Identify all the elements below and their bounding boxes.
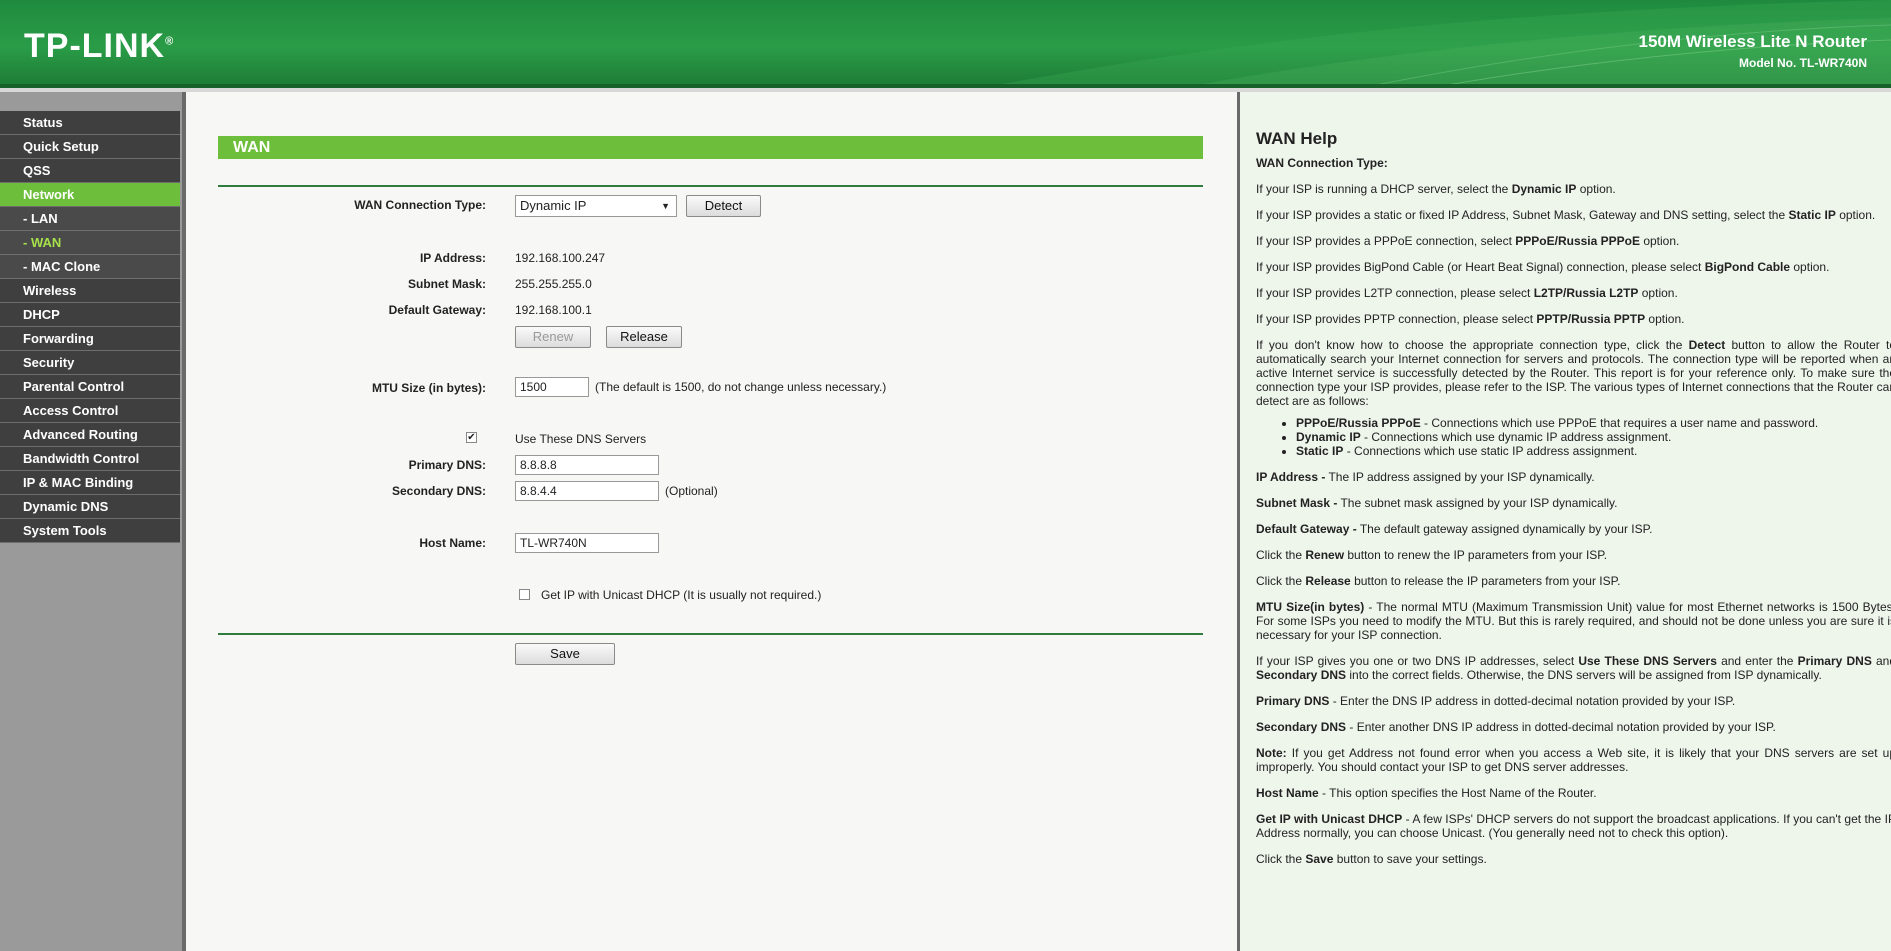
list-item: PPPoE/Russia PPPoE - Connections which u… [1296,416,1891,430]
renew-button[interactable]: Renew [515,326,591,348]
help-note: Note: If you get Address not found error… [1256,746,1891,774]
help-detect: If you don't know how to choose the appr… [1256,338,1891,408]
tp-link-logo: TP-LINK® [24,27,175,65]
help-renew: Click the Renew button to renew the IP p… [1256,548,1608,562]
sidebar-item-network[interactable]: Network [0,183,180,207]
detect-button[interactable]: Detect [686,195,761,217]
primary-dns-label: Primary DNS: [408,458,486,472]
mtu-size-input[interactable]: 1500 [515,377,589,397]
help-release: Click the Release button to release the … [1256,574,1621,588]
sidebar-item-advanced-routing[interactable]: Advanced Routing [0,423,180,447]
sidebar-item-qss[interactable]: QSS [0,159,180,183]
ip-address-label: IP Address: [419,251,486,265]
help-mtu: MTU Size(in bytes) - The normal MTU (Max… [1256,600,1891,642]
help-pptp: If your ISP provides PPTP connection, pl… [1256,312,1685,326]
wan-settings-panel: WAN WAN Connection Type: Dynamic IP ▼ De… [186,92,1237,951]
sidebar-item-forwarding[interactable]: Forwarding [0,327,180,351]
sidebar-item-dynamic-dns[interactable]: Dynamic DNS [0,495,180,519]
model-number: Model No. TL-WR740N [1739,56,1867,70]
sidebar-item-quick-setup[interactable]: Quick Setup [0,135,180,159]
secondary-dns-optional-hint: (Optional) [665,484,718,498]
unicast-dhcp-checkbox[interactable] [519,589,530,600]
use-dns-servers-checkbox[interactable]: ✔ [466,432,477,443]
help-static-ip: If your ISP provides a static or fixed I… [1256,208,1876,222]
page-title: WAN [218,136,1203,159]
sidebar-item-status[interactable]: Status [0,111,180,135]
help-dns: If your ISP gives you one or two DNS IP … [1256,654,1891,682]
help-content: WAN Help WAN Connection Type: If your IS… [1256,129,1891,878]
secondary-dns-input[interactable]: 8.8.4.4 [515,481,659,501]
dropdown-arrow-icon: ▼ [661,201,670,211]
help-subnet-mask: Subnet Mask - The subnet mask assigned b… [1256,496,1618,510]
connection-type-value: Dynamic IP [520,198,587,213]
subnet-mask-label: Subnet Mask: [407,277,486,291]
save-button[interactable]: Save [515,643,615,665]
sidebar-item-bandwidth-control[interactable]: Bandwidth Control [0,447,180,471]
primary-dns-input[interactable]: 8.8.8.8 [515,455,659,475]
help-unicast: Get IP with Unicast DHCP - A few ISPs' D… [1256,812,1891,840]
help-bigpond: If your ISP provides BigPond Cable (or H… [1256,260,1830,274]
subnet-mask-value: 255.255.255.0 [515,277,592,291]
product-name: 150M Wireless Lite N Router [1638,32,1867,51]
sidebar-item-system-tools[interactable]: System Tools [0,519,180,543]
sidebar-item-mac-clone[interactable]: - MAC Clone [0,255,180,279]
bottom-divider [218,633,1203,635]
help-l2tp: If your ISP provides L2TP connection, pl… [1256,286,1678,300]
sidebar: Status Quick Setup QSS Network - LAN - W… [0,92,182,951]
help-panel: WAN Help WAN Connection Type: If your IS… [1240,92,1891,951]
mtu-size-label: MTU Size (in bytes): [371,381,486,395]
list-item: Static IP - Connections which use static… [1296,444,1891,458]
use-dns-servers-label: Use These DNS Servers [515,432,647,446]
help-primary-dns: Primary DNS - Enter the DNS IP address i… [1256,694,1736,708]
header-banner: TP-LINK® 150M Wireless Lite N Router Mod… [0,0,1891,86]
help-connection-types-list: PPPoE/Russia PPPoE - Connections which u… [1296,416,1891,458]
help-default-gateway: Default Gateway - The default gateway as… [1256,522,1653,536]
host-name-label: Host Name: [419,536,486,550]
secondary-dns-label: Secondary DNS: [391,484,486,498]
sidebar-item-access-control[interactable]: Access Control [0,399,180,423]
help-connection-type-heading: WAN Connection Type: [1256,156,1388,170]
sidebar-item-parental-control[interactable]: Parental Control [0,375,180,399]
help-dynamic-ip: If your ISP is running a DHCP server, se… [1256,182,1616,196]
help-title: WAN Help [1256,129,1338,148]
help-pppoe: If your ISP provides a PPPoE connection,… [1256,234,1680,248]
help-secondary-dns: Secondary DNS - Enter another DNS IP add… [1256,720,1776,734]
sidebar-item-ip-mac-binding[interactable]: IP & MAC Binding [0,471,180,495]
top-divider [218,185,1203,187]
list-item: Dynamic IP - Connections which use dynam… [1296,430,1891,444]
unicast-dhcp-label: Get IP with Unicast DHCP (It is usually … [541,588,822,602]
connection-type-label: WAN Connection Type: [354,198,486,212]
default-gateway-label: Default Gateway: [388,303,486,317]
sidebar-menu: Status Quick Setup QSS Network - LAN - W… [0,111,180,543]
sidebar-item-lan[interactable]: - LAN [0,207,180,231]
help-save: Click the Save button to save your setti… [1256,852,1487,866]
sidebar-item-dhcp[interactable]: DHCP [0,303,180,327]
connection-type-select[interactable]: Dynamic IP ▼ [515,195,677,217]
mtu-size-hint: (The default is 1500, do not change unle… [595,380,887,394]
sidebar-item-wireless[interactable]: Wireless [0,279,180,303]
help-ip-address: IP Address - The IP address assigned by … [1256,470,1595,484]
default-gateway-value: 192.168.100.1 [515,303,592,317]
help-host-name: Host Name - This option specifies the Ho… [1256,786,1597,800]
sidebar-item-security[interactable]: Security [0,351,180,375]
host-name-input[interactable]: TL-WR740N [515,533,659,553]
release-button[interactable]: Release [606,326,682,348]
sidebar-item-wan[interactable]: - WAN [0,231,180,255]
ip-address-value: 192.168.100.247 [515,251,606,265]
product-info: 150M Wireless Lite N Router Model No. TL… [1639,32,1867,70]
